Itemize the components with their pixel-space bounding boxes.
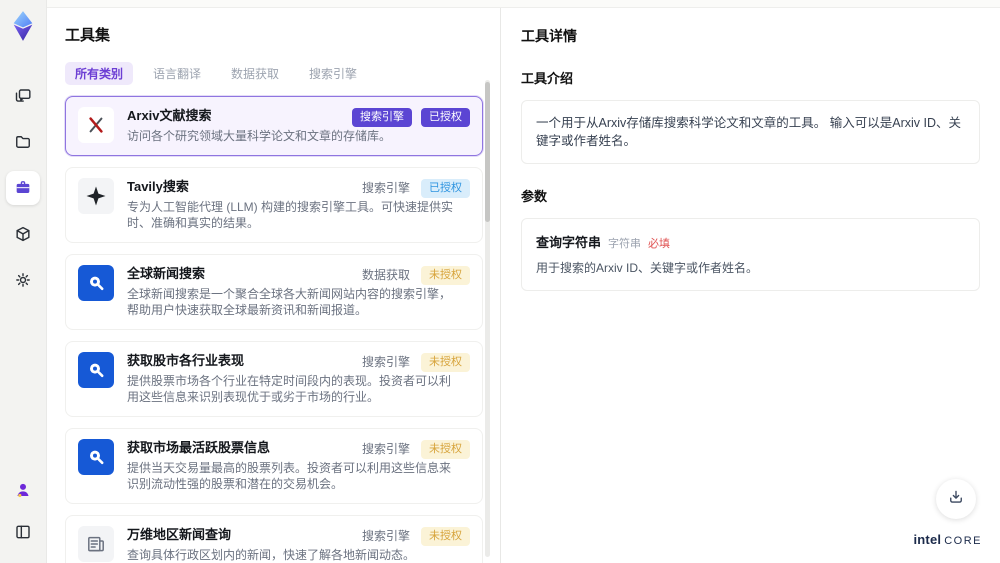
tool-card[interactable]: 获取市场最活跃股票信息 提供当天交易量最高的股票列表。投资者可以利用这些信息来识别… bbox=[65, 427, 483, 504]
auth-status-badge: 未授权 bbox=[421, 265, 470, 285]
category-badge: 数据获取 bbox=[361, 267, 410, 282]
chat-icon bbox=[13, 86, 33, 106]
app-window: 工具集 所有类别 语言翻译 数据获取 搜索引擎 Arxiv文献搜索 访问各个研究领域大量… bbox=[0, 0, 1000, 563]
cube-icon bbox=[13, 224, 33, 244]
sidebar-item-briefcase[interactable] bbox=[6, 171, 40, 205]
user-icon bbox=[13, 480, 33, 500]
param-required-badge: 必填 bbox=[648, 238, 671, 250]
category-tabs: 所有类别 语言翻译 数据获取 搜索引擎 bbox=[65, 62, 500, 85]
auth-status-badge: 未授权 bbox=[421, 526, 470, 546]
tool-desc: 提供股票市场各个行业在特定时间段内的表现。投资者可以利用这些信息来识别表现优于或… bbox=[127, 373, 452, 405]
tool-desc: 提供当天交易量最高的股票列表。投资者可以利用这些信息来识别流动性强的股票和潜在的… bbox=[127, 460, 452, 492]
category-badge: 搜索引擎 bbox=[361, 441, 410, 456]
category-badge: 搜索引擎 bbox=[361, 354, 410, 369]
sidebar-item-gear[interactable] bbox=[6, 263, 40, 297]
intro-text: 一个用于从Arxiv存储库搜索科学论文和文章的工具。 输入可以是Arxiv ID… bbox=[521, 100, 980, 164]
tool-detail-panel: 工具详情 工具介绍 一个用于从Arxiv存储库搜索科学论文和文章的工具。 输入可… bbox=[500, 8, 1000, 563]
folder-icon bbox=[13, 132, 33, 152]
param-card: 查询字符串 字符串 必填 用于搜索的Arxiv ID、关键字或作者姓名。 bbox=[521, 218, 980, 291]
auth-status-badge: 未授权 bbox=[421, 439, 470, 459]
tool-card[interactable]: 获取股市各行业表现 提供股票市场各个行业在特定时间段内的表现。投资者可以利用这些信… bbox=[65, 340, 483, 417]
tool-desc: 全球新闻搜索是一个聚合全球各大新闻网站内容的搜索引擎，帮助用户快速获取全球最新资… bbox=[127, 286, 452, 318]
detail-title: 工具详情 bbox=[521, 28, 577, 44]
brand-core: core bbox=[944, 535, 982, 547]
category-badge: 搜索引擎 bbox=[352, 108, 412, 127]
tab-3[interactable]: 搜索引擎 bbox=[299, 62, 367, 85]
sidebar-item-user[interactable] bbox=[6, 473, 40, 507]
tool-card[interactable]: 万维地区新闻查询 查询具体行政区划内的新闻，快速了解各地新闻动态。 搜索引擎 未授权 bbox=[65, 514, 483, 563]
app-logo-crystal-icon bbox=[8, 9, 38, 43]
list-scrollbar-thumb[interactable] bbox=[485, 82, 490, 222]
window-top-strip bbox=[47, 0, 1000, 8]
tool-desc: 专为人工智能代理 (LLM) 构建的搜索引擎工具。可快速提供实时、准确和真实的结… bbox=[127, 199, 454, 231]
tab-0[interactable]: 所有类别 bbox=[65, 62, 134, 85]
search-blue-icon bbox=[78, 351, 114, 388]
tab-2[interactable]: 数据获取 bbox=[221, 62, 289, 85]
page-title: 工具集 bbox=[65, 27, 111, 44]
sidebar-nav bbox=[6, 79, 40, 297]
arxiv-x-icon bbox=[78, 107, 114, 143]
tool-card[interactable]: 全球新闻搜索 全球新闻搜索是一个聚合全球各大新闻网站内容的搜索引擎，帮助用户快速获… bbox=[65, 253, 483, 330]
tool-card[interactable]: Arxiv文献搜索 访问各个研究领域大量科学论文和文章的存储库。 搜索引擎 已授权 bbox=[65, 96, 483, 156]
briefcase-icon bbox=[13, 178, 33, 198]
panel-toggle-icon bbox=[13, 522, 33, 542]
auth-status-badge: 已授权 bbox=[421, 108, 470, 127]
tab-1[interactable]: 语言翻译 bbox=[143, 62, 211, 85]
tools-panel: 工具集 所有类别 语言翻译 数据获取 搜索引擎 Arxiv文献搜索 访问各个研究领域大量… bbox=[47, 8, 500, 563]
category-badge: 搜索引擎 bbox=[361, 528, 410, 543]
search-blue-icon bbox=[78, 438, 114, 475]
search-blue-icon bbox=[78, 264, 114, 301]
sidebar-item-chat[interactable] bbox=[6, 79, 40, 113]
newspaper-icon bbox=[78, 525, 114, 562]
category-badge: 搜索引擎 bbox=[361, 180, 410, 195]
download-icon bbox=[947, 488, 965, 511]
intel-core-logo: intel core bbox=[913, 531, 982, 549]
param-type: 字符串 bbox=[608, 238, 642, 250]
list-scrollbar[interactable] bbox=[485, 80, 490, 557]
params-heading: 参数 bbox=[521, 189, 548, 204]
brand-intel: intel bbox=[913, 532, 942, 547]
param-desc: 用于搜索的Arxiv ID、关键字或作者姓名。 bbox=[536, 261, 759, 275]
sidebar-item-folder[interactable] bbox=[6, 125, 40, 159]
intro-heading: 工具介绍 bbox=[521, 71, 574, 86]
download-button[interactable] bbox=[936, 479, 976, 519]
sidebar bbox=[0, 0, 47, 563]
sidebar-bottom bbox=[6, 473, 40, 549]
gear-icon bbox=[13, 270, 33, 290]
param-name: 查询字符串 bbox=[536, 235, 602, 250]
tool-desc: 访问各个研究领域大量科学论文和文章的存储库。 bbox=[127, 129, 392, 143]
auth-status-badge: 未授权 bbox=[421, 352, 470, 372]
tool-card[interactable]: Tavily搜索 专为人工智能代理 (LLM) 构建的搜索引擎工具。可快速提供实时… bbox=[65, 166, 483, 243]
auth-status-badge: 已授权 bbox=[421, 178, 470, 198]
tool-list: Arxiv文献搜索 访问各个研究领域大量科学论文和文章的存储库。 搜索引擎 已授权 Ta… bbox=[65, 96, 485, 563]
tool-desc: 查询具体行政区划内的新闻，快速了解各地新闻动态。 bbox=[127, 547, 416, 562]
sparkle-icon bbox=[78, 177, 114, 214]
sidebar-item-panel-toggle[interactable] bbox=[6, 515, 40, 549]
sidebar-item-cube[interactable] bbox=[6, 217, 40, 251]
